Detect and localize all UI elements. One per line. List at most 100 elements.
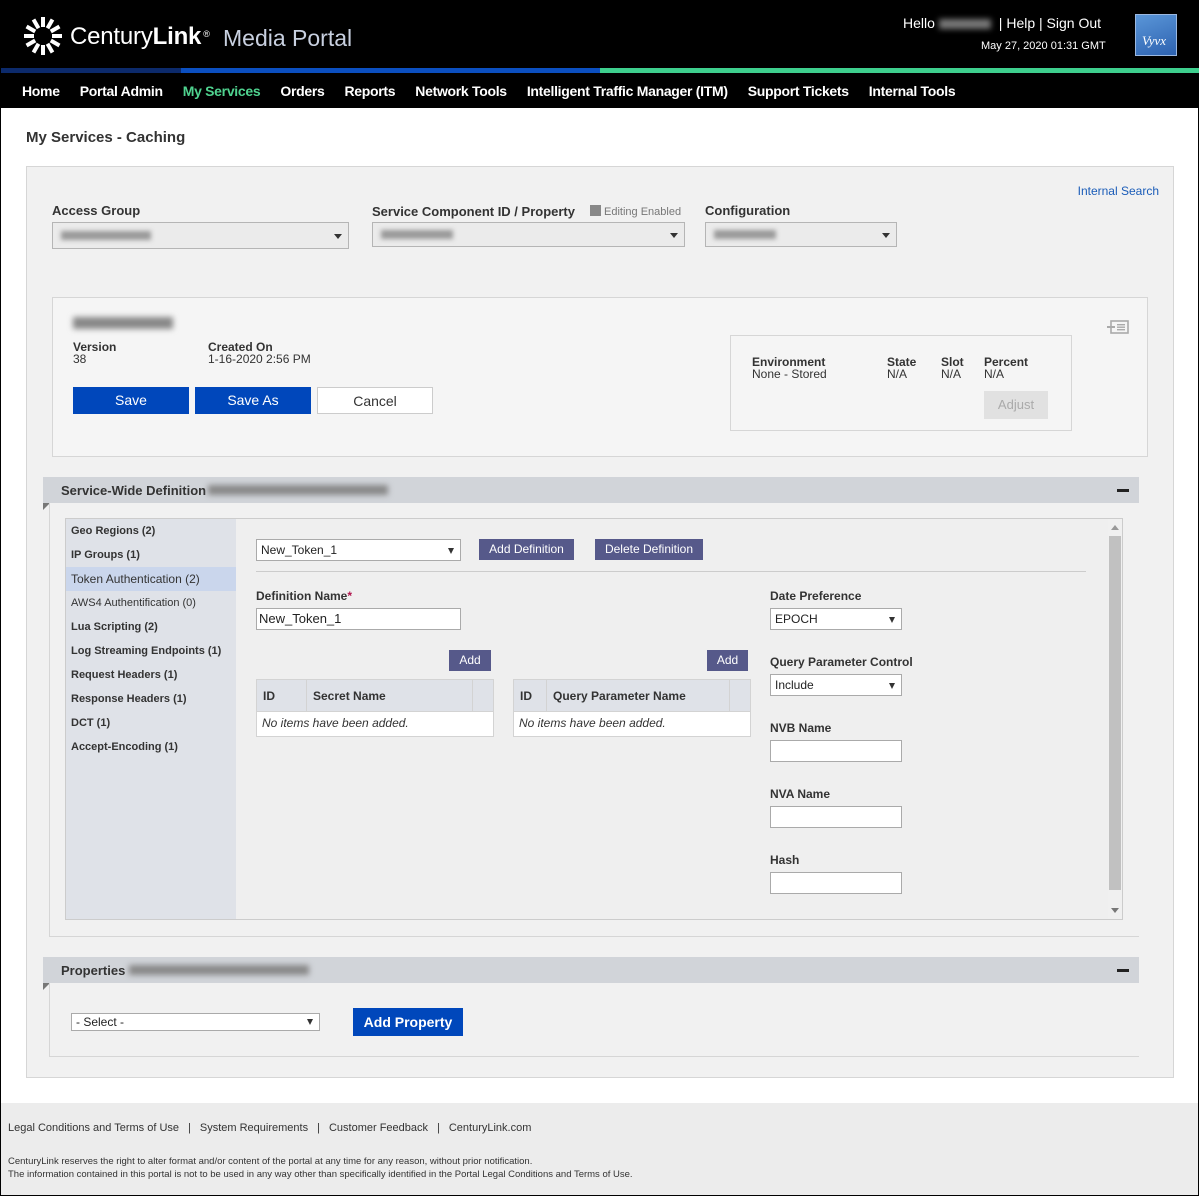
collapse-icon[interactable] — [1117, 969, 1129, 972]
slot-value: N/A — [941, 367, 962, 381]
environment-panel: Environment None - Stored State N/A Slot… — [730, 335, 1072, 431]
scroll-thumb[interactable] — [1109, 536, 1121, 890]
delete-definition-button[interactable]: Delete Definition — [595, 539, 703, 560]
vertical-scrollbar[interactable] — [1108, 519, 1122, 919]
query-empty-message: No items have been added. — [519, 716, 666, 730]
category-log-streaming-endpoints[interactable]: Log Streaming Endpoints (1) — [66, 639, 236, 663]
column-id[interactable]: ID — [514, 680, 547, 711]
category-geo-regions[interactable]: Geo Regions (2) — [66, 519, 236, 543]
nva-name-input[interactable] — [770, 806, 902, 828]
category-lua-scripting[interactable]: Lua Scripting (2) — [66, 615, 236, 639]
nav-network-tools[interactable]: Network Tools — [415, 83, 507, 99]
version-value: 38 — [73, 352, 87, 366]
internal-search-link[interactable]: Internal Search — [1078, 184, 1159, 198]
add-query-parameter-button[interactable]: Add — [707, 650, 748, 671]
current-datetime: May 27, 2020 01:31 GMT — [981, 40, 1106, 52]
required-mark: * — [347, 589, 353, 603]
vyvx-logo: Vyvx — [1135, 14, 1177, 56]
save-as-button[interactable]: Save As — [195, 387, 311, 414]
centurylink-com-link[interactable]: CenturyLink.com — [449, 1122, 532, 1134]
nav-home[interactable]: Home — [22, 83, 60, 99]
query-parameters-table: ID Query Parameter Name No items have be… — [513, 679, 751, 737]
export-list-icon[interactable] — [1107, 320, 1129, 334]
collapse-icon[interactable] — [1117, 489, 1129, 492]
column-query-parameter-name[interactable]: Query Parameter Name — [547, 680, 730, 711]
service-wide-subtitle-redacted — [208, 485, 388, 495]
service-wide-header[interactable]: Service-Wide Definition — [43, 477, 1139, 503]
secrets-table: ID Secret Name No items have been added. — [256, 679, 494, 737]
scroll-up-icon[interactable] — [1111, 525, 1119, 530]
date-preference-select[interactable]: EPOCH — [770, 608, 902, 630]
header: CenturyLink ® Media Portal Hello | Help |… — [1, 0, 1199, 108]
nav-internal-tools[interactable]: Internal Tools — [869, 83, 956, 99]
nav-my-services[interactable]: My Services — [183, 83, 261, 99]
footer-note-2: The information contained in this portal… — [8, 1169, 633, 1180]
add-definition-button[interactable]: Add Definition — [479, 539, 574, 560]
created-info: Created On 1-16-2020 2:56 PM — [208, 341, 311, 365]
configuration-select[interactable] — [705, 222, 897, 247]
hash-input[interactable] — [770, 872, 902, 894]
nvb-name-input[interactable] — [770, 740, 902, 762]
service-wide-title: Service-Wide Definition — [61, 483, 207, 498]
property-select[interactable]: - Select - — [71, 1013, 320, 1031]
sign-out-link[interactable]: Sign Out — [1047, 15, 1101, 31]
service-component-select[interactable] — [372, 222, 685, 247]
footer-links: Legal Conditions and Terms of Use | System… — [8, 1122, 531, 1134]
properties-title: Properties — [61, 963, 126, 978]
category-dct[interactable]: DCT (1) — [66, 711, 236, 735]
definition-name-label-text: Definition Name — [256, 589, 348, 603]
footer: Legal Conditions and Terms of Use | System… — [1, 1103, 1198, 1195]
chevron-down-icon — [882, 233, 890, 238]
column-actions — [473, 680, 493, 711]
hello-text: Hello — [903, 15, 935, 31]
column-secret-name[interactable]: Secret Name — [307, 680, 473, 711]
brand-text: Century — [70, 23, 153, 50]
percent-value: N/A — [984, 367, 1005, 381]
editing-enabled-indicator: Editing Enabled — [590, 205, 681, 218]
separator: | — [1039, 15, 1043, 31]
main-panel: Internal Search Access Group Service Com… — [26, 166, 1174, 1078]
adjust-button[interactable]: Adjust — [984, 391, 1048, 419]
username-redacted — [938, 19, 991, 30]
definition-select[interactable]: New_Token_1 — [256, 539, 461, 561]
category-ip-groups[interactable]: IP Groups (1) — [66, 543, 236, 567]
save-button[interactable]: Save — [73, 387, 189, 414]
category-token-authentication[interactable]: Token Authentication (2) — [66, 567, 236, 591]
legal-terms-link[interactable]: Legal Conditions and Terms of Use — [8, 1122, 179, 1134]
definition-select-value: New_Token_1 — [261, 543, 338, 557]
help-link[interactable]: Help — [1006, 15, 1035, 31]
state-value: N/A — [887, 367, 908, 381]
centurylink-logo-icon — [24, 17, 62, 55]
query-parameter-control-select[interactable]: Include — [770, 674, 902, 696]
scroll-down-icon[interactable] — [1111, 908, 1119, 913]
add-secret-button[interactable]: Add — [449, 650, 491, 671]
chevron-down-icon — [307, 1019, 313, 1025]
divider — [256, 571, 1086, 572]
properties-subtitle-redacted — [129, 965, 309, 975]
category-request-headers[interactable]: Request Headers (1) — [66, 663, 236, 687]
column-id[interactable]: ID — [257, 680, 307, 711]
nav-reports[interactable]: Reports — [344, 83, 395, 99]
system-requirements-link[interactable]: System Requirements — [200, 1122, 308, 1134]
main-nav: Home Portal Admin My Services Orders Rep… — [1, 73, 975, 108]
category-response-headers[interactable]: Response Headers (1) — [66, 687, 236, 711]
nav-orders[interactable]: Orders — [280, 83, 324, 99]
category-accept-encoding[interactable]: Accept-Encoding (1) — [66, 735, 236, 759]
query-parameter-control-value: Include — [775, 678, 814, 692]
date-preference-value: EPOCH — [775, 612, 818, 626]
definition-name-input[interactable]: New_Token_1 — [256, 608, 461, 630]
cancel-button[interactable]: Cancel — [317, 387, 433, 414]
chevron-down-icon — [334, 234, 342, 239]
nav-itm[interactable]: Intelligent Traffic Manager (ITM) — [527, 83, 728, 99]
nav-support-tickets[interactable]: Support Tickets — [748, 83, 849, 99]
version-info: Version 38 — [73, 341, 116, 365]
service-component-value-redacted — [381, 230, 453, 239]
category-aws4-authentification[interactable]: AWS4 Authentification (0) — [66, 591, 236, 615]
separator: | — [998, 15, 1003, 31]
customer-feedback-link[interactable]: Customer Feedback — [329, 1122, 428, 1134]
add-property-button[interactable]: Add Property — [353, 1008, 463, 1036]
access-group-select[interactable] — [52, 222, 349, 249]
separator: | — [437, 1122, 440, 1134]
properties-header[interactable]: Properties — [43, 957, 1139, 983]
nav-portal-admin[interactable]: Portal Admin — [80, 83, 163, 99]
